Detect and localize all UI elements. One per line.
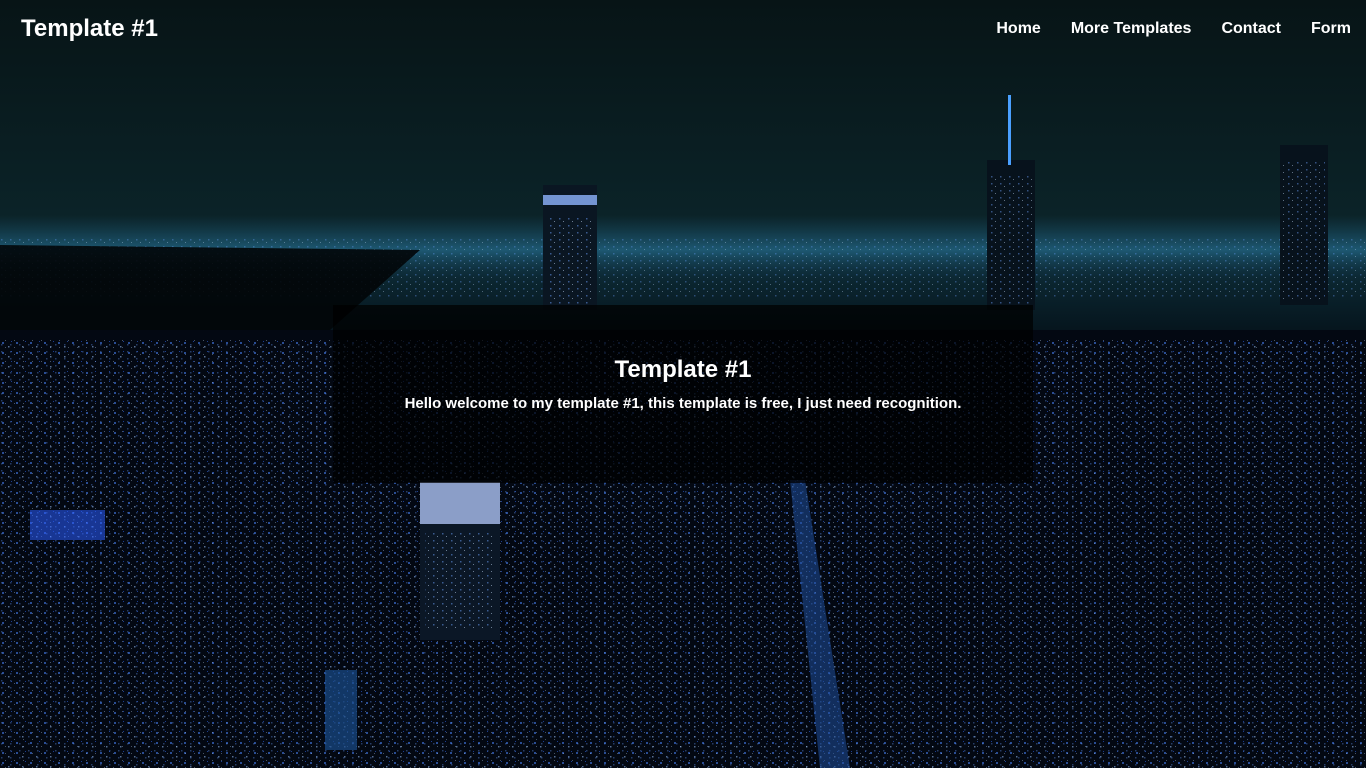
hero-title: Template #1	[614, 356, 752, 383]
top-navbar: Template #1 Home More Templates Contact …	[0, 0, 1366, 60]
hero-panel: Template #1 Hello welcome to my template…	[333, 305, 1033, 483]
nav-item-form: Form	[1311, 18, 1351, 40]
nav-item-more-templates: More Templates	[1071, 18, 1192, 40]
nav-item-home: Home	[996, 18, 1040, 40]
nav-links: Home More Templates Contact Form	[996, 18, 1351, 40]
nav-link-contact[interactable]: Contact	[1221, 20, 1281, 37]
page: Template #1 Home More Templates Contact …	[0, 0, 1366, 768]
nav-link-home[interactable]: Home	[996, 20, 1040, 37]
hero-description: Hello welcome to my template #1, this te…	[404, 395, 962, 412]
brand-logo-link[interactable]: Template #1	[21, 14, 158, 44]
nav-link-more-templates[interactable]: More Templates	[1071, 20, 1192, 37]
nav-link-form[interactable]: Form	[1311, 20, 1351, 37]
nav-item-contact: Contact	[1221, 18, 1281, 40]
